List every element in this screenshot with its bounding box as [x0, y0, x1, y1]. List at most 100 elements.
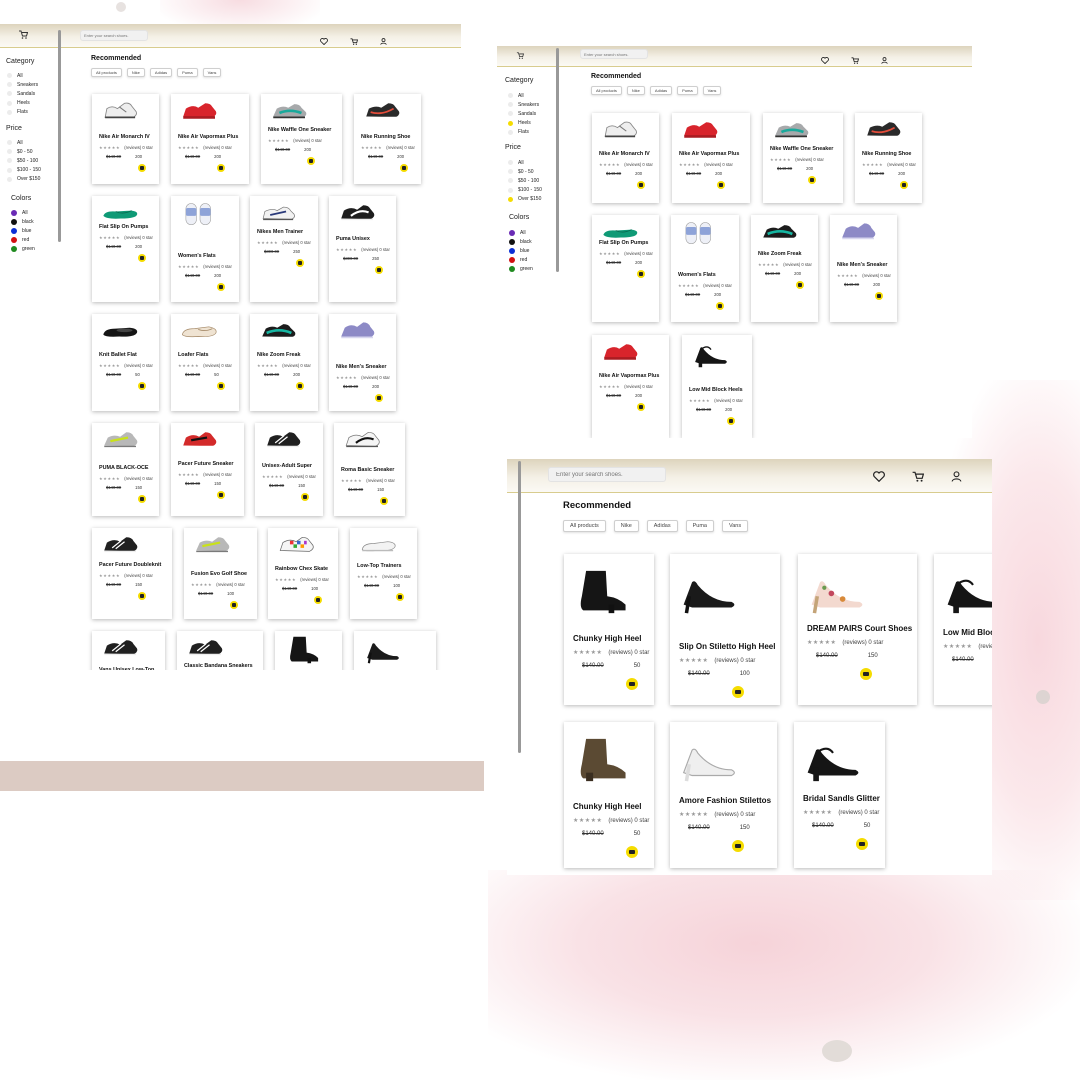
product-card[interactable]: Nike Zoom Freak ★★★★★ (reviews) 0 star $140… [751, 215, 818, 322]
product-card[interactable]: Knit Ballet Flat ★★★★★ (reviews) 0 star $14… [92, 314, 159, 411]
product-image[interactable] [677, 117, 725, 152]
product-card[interactable]: Nike Air Monarch IV ★★★★★ (reviews) 0 star… [92, 94, 159, 184]
product-image[interactable] [806, 562, 868, 627]
add-to-cart-button[interactable] [796, 281, 804, 289]
product-image[interactable] [860, 117, 908, 152]
product-card[interactable]: Nike Men's Sneaker ★★★★★ (reviews) 0 star $… [329, 314, 396, 411]
product-card[interactable]: Nike Zoom Freak ★★★★★ (reviews) 0 star $140… [250, 314, 318, 411]
add-to-cart-button[interactable] [732, 686, 744, 698]
product-card[interactable]: Nike Waffle One Sneaker ★★★★★ (reviews) 0 … [261, 94, 342, 184]
add-to-cart-button[interactable] [314, 596, 322, 604]
product-card[interactable]: Puma Unisex ★★★★★ (reviews) 0 star $300.00 2… [329, 196, 396, 302]
product-card[interactable]: Flat Slip On Pumps ★★★★★ (reviews) 0 star $… [592, 215, 659, 322]
product-card[interactable]: Nike Air Vapormax Plus ★★★★★ (reviews) 0 s… [592, 335, 669, 438]
product-image[interactable] [339, 427, 387, 462]
product-card[interactable]: Nike Air Vapormax Plus ★★★★★ (reviews) 0 s… [171, 94, 249, 184]
product-image[interactable] [678, 730, 740, 795]
add-to-cart-button[interactable] [138, 382, 146, 390]
product-card[interactable] [275, 631, 342, 670]
add-to-cart-button[interactable] [217, 283, 225, 291]
product-image[interactable] [260, 427, 308, 462]
product-image[interactable] [334, 318, 382, 353]
product-image[interactable] [176, 318, 224, 353]
product-image[interactable] [97, 318, 145, 353]
product-image[interactable] [802, 730, 864, 795]
add-to-cart-button[interactable] [230, 601, 238, 609]
product-card[interactable]: Women's Flats ★★★★★ (reviews) 0 star $140.0… [671, 215, 739, 322]
add-to-cart-button[interactable] [626, 678, 638, 690]
add-to-cart-button[interactable] [856, 838, 868, 850]
add-to-cart-button[interactable] [396, 593, 404, 601]
add-to-cart-button[interactable] [375, 266, 383, 274]
add-to-cart-button[interactable] [301, 493, 309, 501]
product-card[interactable]: Loafer Flats ★★★★★ (reviews) 0 star $140.00… [171, 314, 239, 411]
product-image[interactable] [572, 562, 634, 627]
product-card[interactable]: Nike Running Shoe ★★★★★ (reviews) 0 star $1… [354, 94, 421, 184]
add-to-cart-button[interactable] [732, 840, 744, 852]
product-card[interactable]: Unisex-Adult Super ★★★★★ (reviews) 0 star $… [255, 423, 323, 516]
product-card[interactable]: Fusion Evo Golf Shoe ★★★★★ (reviews) 0 sta… [184, 528, 257, 619]
product-card[interactable]: Nike Men's Sneaker ★★★★★ (reviews) 0 star $… [830, 215, 897, 322]
add-to-cart-button[interactable] [727, 417, 735, 425]
add-to-cart-button[interactable] [637, 181, 645, 189]
product-card[interactable]: PUMA BLACK-OCE ★★★★★ (reviews) 0 star $140.… [92, 423, 159, 516]
product-card[interactable]: Low Mid Block Heels★★★★★(reviews) 0 star… [682, 335, 752, 438]
product-card[interactable]: Classic Bandana Sneakers [177, 631, 263, 670]
add-to-cart-button[interactable] [716, 302, 724, 310]
product-card[interactable]: Roma Basic Sneaker ★★★★★ (reviews) 0 star $… [334, 423, 405, 516]
product-image[interactable] [176, 427, 224, 462]
product-card[interactable]: Low Mid Block Heels★★★★★(reviews) 0 star… [934, 554, 992, 705]
product-image[interactable] [597, 219, 645, 254]
add-to-cart-button[interactable] [808, 176, 816, 184]
product-image[interactable] [176, 200, 224, 235]
product-image[interactable] [678, 562, 740, 627]
product-card[interactable]: Low-Top Trainers ★★★★★ (reviews) 0 star $14… [350, 528, 417, 619]
product-card[interactable]: Vans Unisex Low-Top [92, 631, 165, 670]
product-card[interactable]: Nikes Men Trainer ★★★★★ (reviews) 0 star $3… [250, 196, 318, 302]
add-to-cart-button[interactable] [860, 668, 872, 680]
add-to-cart-button[interactable] [138, 164, 146, 172]
product-card[interactable]: Nike Air Monarch IV ★★★★★ (reviews) 0 star… [592, 113, 659, 203]
product-image[interactable] [280, 635, 328, 670]
add-to-cart-button[interactable] [138, 254, 146, 262]
product-card[interactable]: Bridal Sandls Glitter ★★★★★ (reviews) 0 st… [794, 722, 885, 868]
add-to-cart-button[interactable] [380, 497, 388, 505]
product-image[interactable] [597, 117, 645, 152]
product-image[interactable] [676, 219, 724, 254]
product-image[interactable] [835, 219, 883, 254]
product-card[interactable]: Chunky High Heel ★★★★★ (reviews) 0 star $14… [564, 554, 654, 705]
product-image[interactable] [597, 339, 645, 374]
add-to-cart-button[interactable] [637, 270, 645, 278]
product-image[interactable] [97, 427, 145, 462]
product-image[interactable] [942, 562, 992, 627]
add-to-cart-button[interactable] [296, 382, 304, 390]
product-card[interactable]: Chunky High Heel ★★★★★ (reviews) 0 star $14… [564, 722, 654, 868]
add-to-cart-button[interactable] [307, 157, 315, 165]
product-image[interactable] [359, 635, 407, 670]
product-card[interactable]: Amore Fashion Stilettos ★★★★★ (reviews) 0 … [670, 722, 777, 868]
product-card[interactable]: Women's Flats ★★★★★ (reviews) 0 star $140.0… [171, 196, 239, 302]
product-card[interactable] [354, 631, 436, 670]
product-image[interactable] [687, 339, 735, 374]
add-to-cart-button[interactable] [375, 394, 383, 402]
product-image[interactable] [189, 532, 237, 567]
product-card[interactable]: Pacer Future Sneaker ★★★★★ (reviews) 0 sta… [171, 423, 244, 516]
product-card[interactable]: Nike Running Shoe ★★★★★ (reviews) 0 star $1… [855, 113, 922, 203]
product-image[interactable] [355, 532, 403, 567]
add-to-cart-button[interactable] [400, 164, 408, 172]
product-image[interactable] [273, 532, 321, 567]
add-to-cart-button[interactable] [138, 592, 146, 600]
add-to-cart-button[interactable] [875, 292, 883, 300]
product-card[interactable]: Pacer Future Doubleknit ★★★★★ (reviews) 0 … [92, 528, 172, 619]
product-image[interactable] [176, 98, 224, 133]
product-card[interactable]: Slip On Stiletto High Heel ★★★★★ (reviews)… [670, 554, 780, 705]
product-image[interactable] [97, 635, 145, 670]
product-card[interactable]: Nike Waffle One Sneaker ★★★★★ (reviews) 0 … [763, 113, 843, 203]
add-to-cart-button[interactable] [217, 164, 225, 172]
product-card[interactable]: Rainbow Chex Skate ★★★★★ (reviews) 0 star $… [268, 528, 338, 619]
product-card[interactable]: Nike Air Vapormax Plus ★★★★★ (reviews) 0 s… [672, 113, 750, 203]
add-to-cart-button[interactable] [217, 382, 225, 390]
product-card[interactable]: DREAM PAIRS Court Shoes ★★★★★ (reviews) 0 … [798, 554, 917, 705]
add-to-cart-button[interactable] [717, 181, 725, 189]
add-to-cart-button[interactable] [138, 495, 146, 503]
